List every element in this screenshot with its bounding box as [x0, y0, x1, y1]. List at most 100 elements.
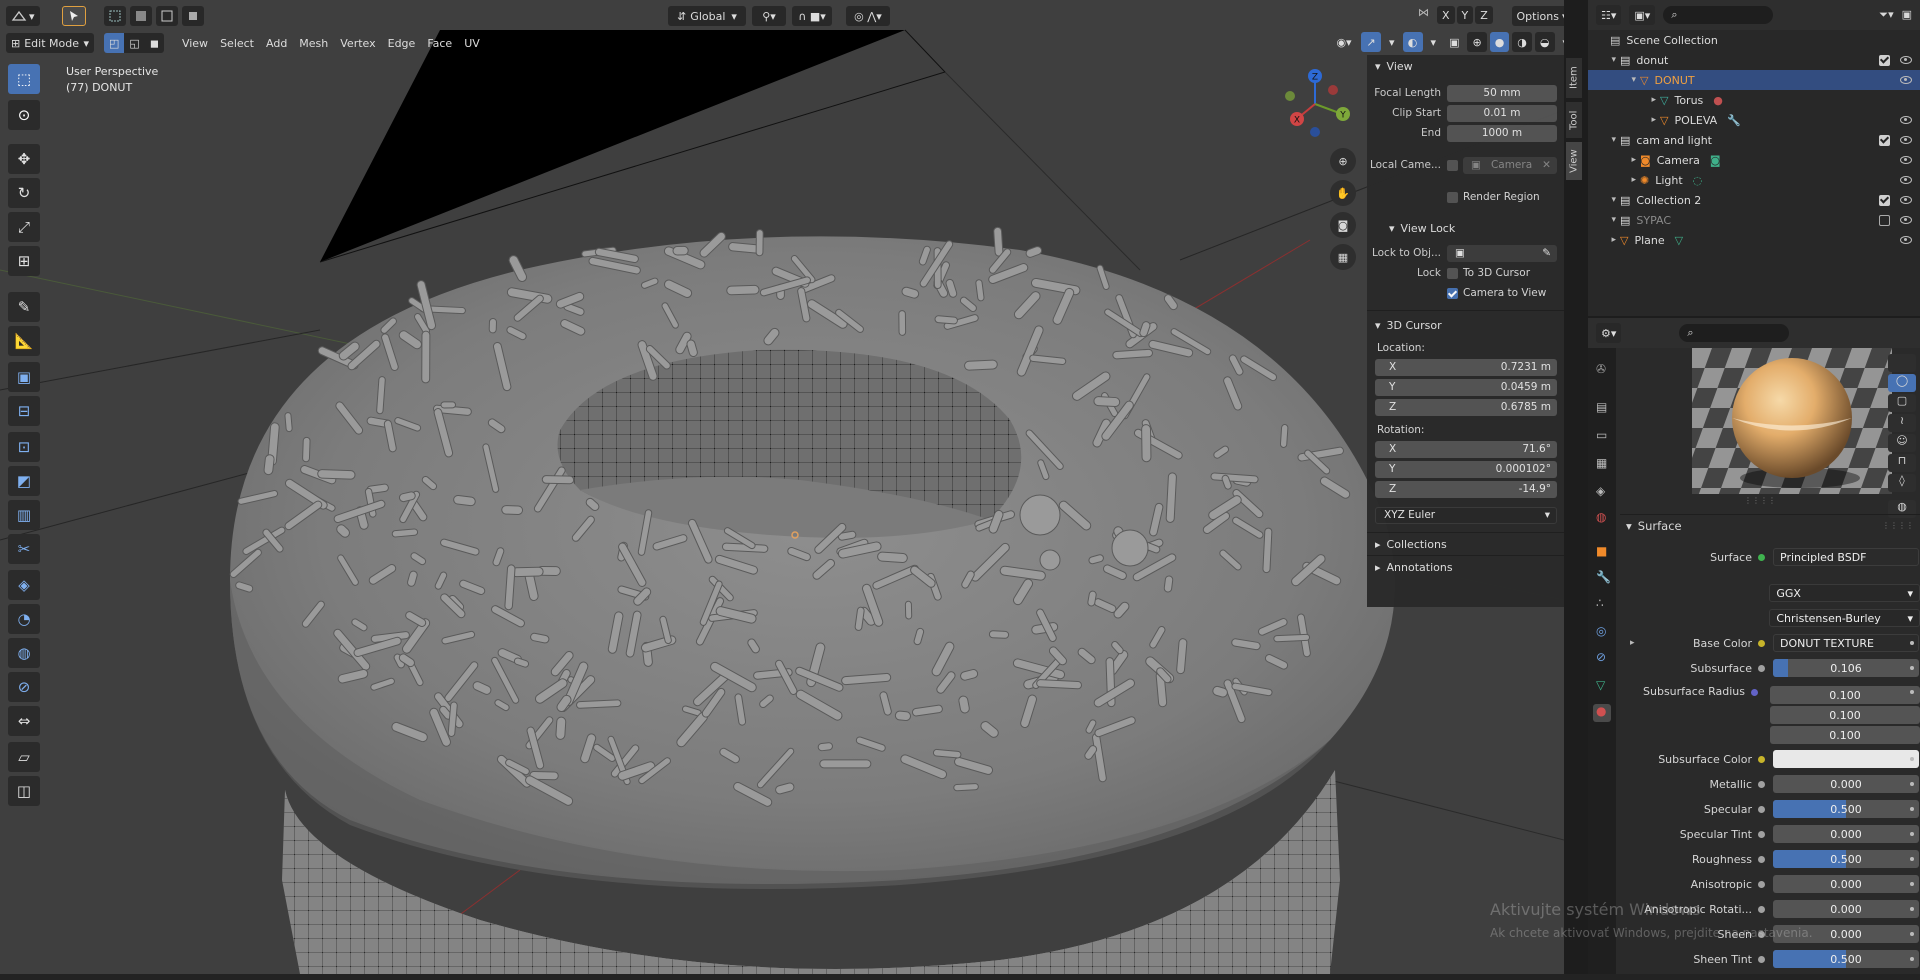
socket-icon[interactable] [1758, 755, 1765, 763]
view-lock-header[interactable]: ▾ View Lock [1367, 217, 1564, 239]
orientation-dropdown[interactable]: ⇵ Global ▾ [668, 6, 746, 26]
disclosure-arrow-icon[interactable]: ▸ [1588, 175, 1640, 185]
prop-slider[interactable]: 0.000 [1773, 775, 1919, 793]
socket-icon[interactable] [1758, 639, 1765, 647]
outliner-item-sypac[interactable]: ▾ ▤ SYPAC [1588, 210, 1920, 230]
select-subtract-icon[interactable] [155, 6, 178, 26]
collection-exclude-checkbox[interactable] [1879, 54, 1890, 66]
prop-slider[interactable]: 0.000 [1773, 825, 1919, 843]
to-3d-cursor-checkbox[interactable] [1447, 267, 1458, 279]
view-layer-tab-button[interactable]: ▦ [1593, 456, 1611, 474]
scene-collection-row[interactable]: ▤ Scene Collection [1588, 30, 1920, 50]
disclosure-arrow-icon[interactable]: ▾ [1588, 215, 1620, 225]
wireframe-shading-button[interactable]: ⊕ [1467, 32, 1487, 52]
cursor-location-x[interactable]: X 0.7231 m [1375, 358, 1557, 376]
menu-view[interactable]: View [176, 33, 214, 53]
local-camera-checkbox[interactable] [1447, 159, 1458, 171]
local-camera-field[interactable]: ▣ Camera ✕ [1463, 156, 1557, 174]
keyframe-dot-icon[interactable] [1910, 882, 1914, 886]
scale-tool[interactable]: ⤢ [8, 212, 40, 242]
disclosure-arrow-icon[interactable]: ▾ [1588, 135, 1620, 145]
xray-toggle[interactable]: ▣ [1444, 32, 1464, 52]
collection-exclude-checkbox[interactable] [1879, 134, 1890, 146]
modifier-icon[interactable]: 🔧 [1727, 114, 1741, 127]
properties-editor-type-button[interactable]: ⚙▾ [1596, 323, 1622, 343]
material-icon[interactable]: ● [1713, 94, 1723, 107]
render-tab-button[interactable]: ▤ [1593, 400, 1611, 418]
subsurface-color-swatch[interactable] [1773, 750, 1919, 768]
outliner-item-donut[interactable]: ▾ ▤ donut [1588, 50, 1920, 70]
preview-cloth-button[interactable]: ⊓ [1888, 454, 1916, 472]
shrink-fatten-tool[interactable]: ⇔ [8, 706, 40, 736]
keyframe-dot-icon[interactable] [1910, 957, 1914, 961]
neg-x-handle[interactable] [1328, 85, 1338, 95]
knife-tool[interactable]: ✂ [8, 534, 40, 564]
view-panel-header[interactable]: ▾ View [1367, 55, 1564, 77]
prop-slider[interactable]: 0.500 [1773, 950, 1919, 968]
subsurface-method-dropdown[interactable]: Christensen-Burley ▾ [1769, 609, 1920, 627]
neg-y-handle[interactable] [1285, 91, 1295, 101]
socket-icon[interactable] [1758, 855, 1765, 863]
outliner-item-plane[interactable]: ▸ ▽ Plane ▽ [1588, 230, 1920, 250]
menu-mesh[interactable]: Mesh [293, 33, 334, 53]
disclosure-arrow-icon[interactable]: ▾ [1588, 195, 1620, 205]
focal-length-field[interactable]: 50 mm [1447, 84, 1557, 102]
render-region-checkbox[interactable] [1447, 191, 1458, 203]
socket-icon[interactable] [1758, 780, 1765, 788]
menu-face[interactable]: Face [421, 33, 458, 53]
disclosure-arrow-icon[interactable]: ▸ [1588, 95, 1660, 105]
cursor-rotation-y[interactable]: Y 0.000102° [1375, 460, 1557, 478]
overlay-toggle[interactable]: ◐ [1402, 32, 1423, 52]
menu-add[interactable]: Add [260, 33, 293, 53]
keyframe-dot-icon[interactable] [1910, 907, 1914, 911]
mesh-data-icon[interactable]: ▽ [1675, 234, 1683, 247]
shear-tool[interactable]: ▱ [8, 742, 40, 772]
eye-icon[interactable] [1900, 236, 1912, 244]
keyframe-dot-icon[interactable] [1910, 666, 1914, 670]
eye-icon[interactable] [1900, 216, 1912, 224]
spin-tool[interactable]: ◔ [8, 604, 40, 634]
prop-slider[interactable]: 0.106 [1773, 659, 1919, 677]
object-tab-button[interactable]: ■ [1593, 544, 1611, 562]
inset-tool[interactable]: ⊡ [8, 432, 40, 462]
extrude-tool[interactable]: ⊟ [8, 396, 40, 426]
prop-slider[interactable]: 0.000 [1773, 900, 1919, 918]
rendered-shading-button[interactable]: ◒ [1534, 32, 1555, 52]
navigation-gizmo[interactable]: Z Y X [1278, 64, 1358, 144]
outliner-item-cam-and-light[interactable]: ▾ ▤ cam and light [1588, 130, 1920, 150]
rip-tool[interactable]: ◫ [8, 776, 40, 806]
particles-tab-button[interactable]: ∴ [1593, 596, 1611, 614]
material-shading-button[interactable]: ◑ [1512, 32, 1532, 52]
keyframe-dot-icon[interactable] [1910, 932, 1914, 936]
eyedropper-icon[interactable]: ✎ [1542, 247, 1551, 259]
overlay-dropdown[interactable]: ▾ [1426, 32, 1442, 52]
outliner-item-light[interactable]: ▸ ✺ Light ◌ [1588, 170, 1920, 190]
vertex-select-button[interactable]: ◰ [104, 33, 125, 53]
socket-icon[interactable] [1758, 955, 1765, 963]
surface-panel-header[interactable]: ▾ Surface ⋮⋮⋮⋮ [1620, 514, 1920, 536]
options-dropdown[interactable]: Options ▾ [1512, 6, 1564, 26]
bevel-tool[interactable]: ◩ [8, 466, 40, 496]
clip-start-field[interactable]: 0.01 m [1447, 104, 1557, 122]
outliner-search-input[interactable]: ⌕ [1663, 6, 1774, 24]
collections-header[interactable]: ▸ Collections [1367, 533, 1564, 555]
keyframe-dot-icon[interactable] [1910, 757, 1914, 761]
collection-exclude-checkbox[interactable] [1879, 214, 1890, 226]
camera-data-icon[interactable]: ◙ [1710, 154, 1721, 167]
eye-icon[interactable] [1900, 56, 1912, 64]
poly-build-tool[interactable]: ◈ [8, 570, 40, 600]
editor-type-button[interactable]: ▾ [6, 6, 40, 26]
scene-tab-button[interactable]: ◈ [1593, 484, 1611, 502]
rotation-mode-dropdown[interactable]: XYZ Euler ▾ [1375, 506, 1557, 524]
keyframe-dot-icon[interactable] [1910, 782, 1914, 786]
surface-shader-field[interactable]: Principled BSDF [1773, 548, 1919, 566]
rotate-tool[interactable]: ↻ [8, 178, 40, 208]
eye-icon[interactable] [1900, 136, 1912, 144]
gizmo-toggle[interactable]: ↗ [1361, 32, 1381, 52]
modifier-tab-button[interactable]: 🔧 [1593, 570, 1611, 588]
mirror-z-toggle[interactable]: Z [1475, 6, 1493, 24]
base-color-link-field[interactable]: DONUT TEXTURE [1773, 634, 1919, 652]
keyframe-dot-icon[interactable] [1910, 857, 1914, 861]
prop-slider[interactable]: 0.500 [1773, 800, 1919, 818]
move-tool[interactable]: ✥ [8, 144, 40, 174]
